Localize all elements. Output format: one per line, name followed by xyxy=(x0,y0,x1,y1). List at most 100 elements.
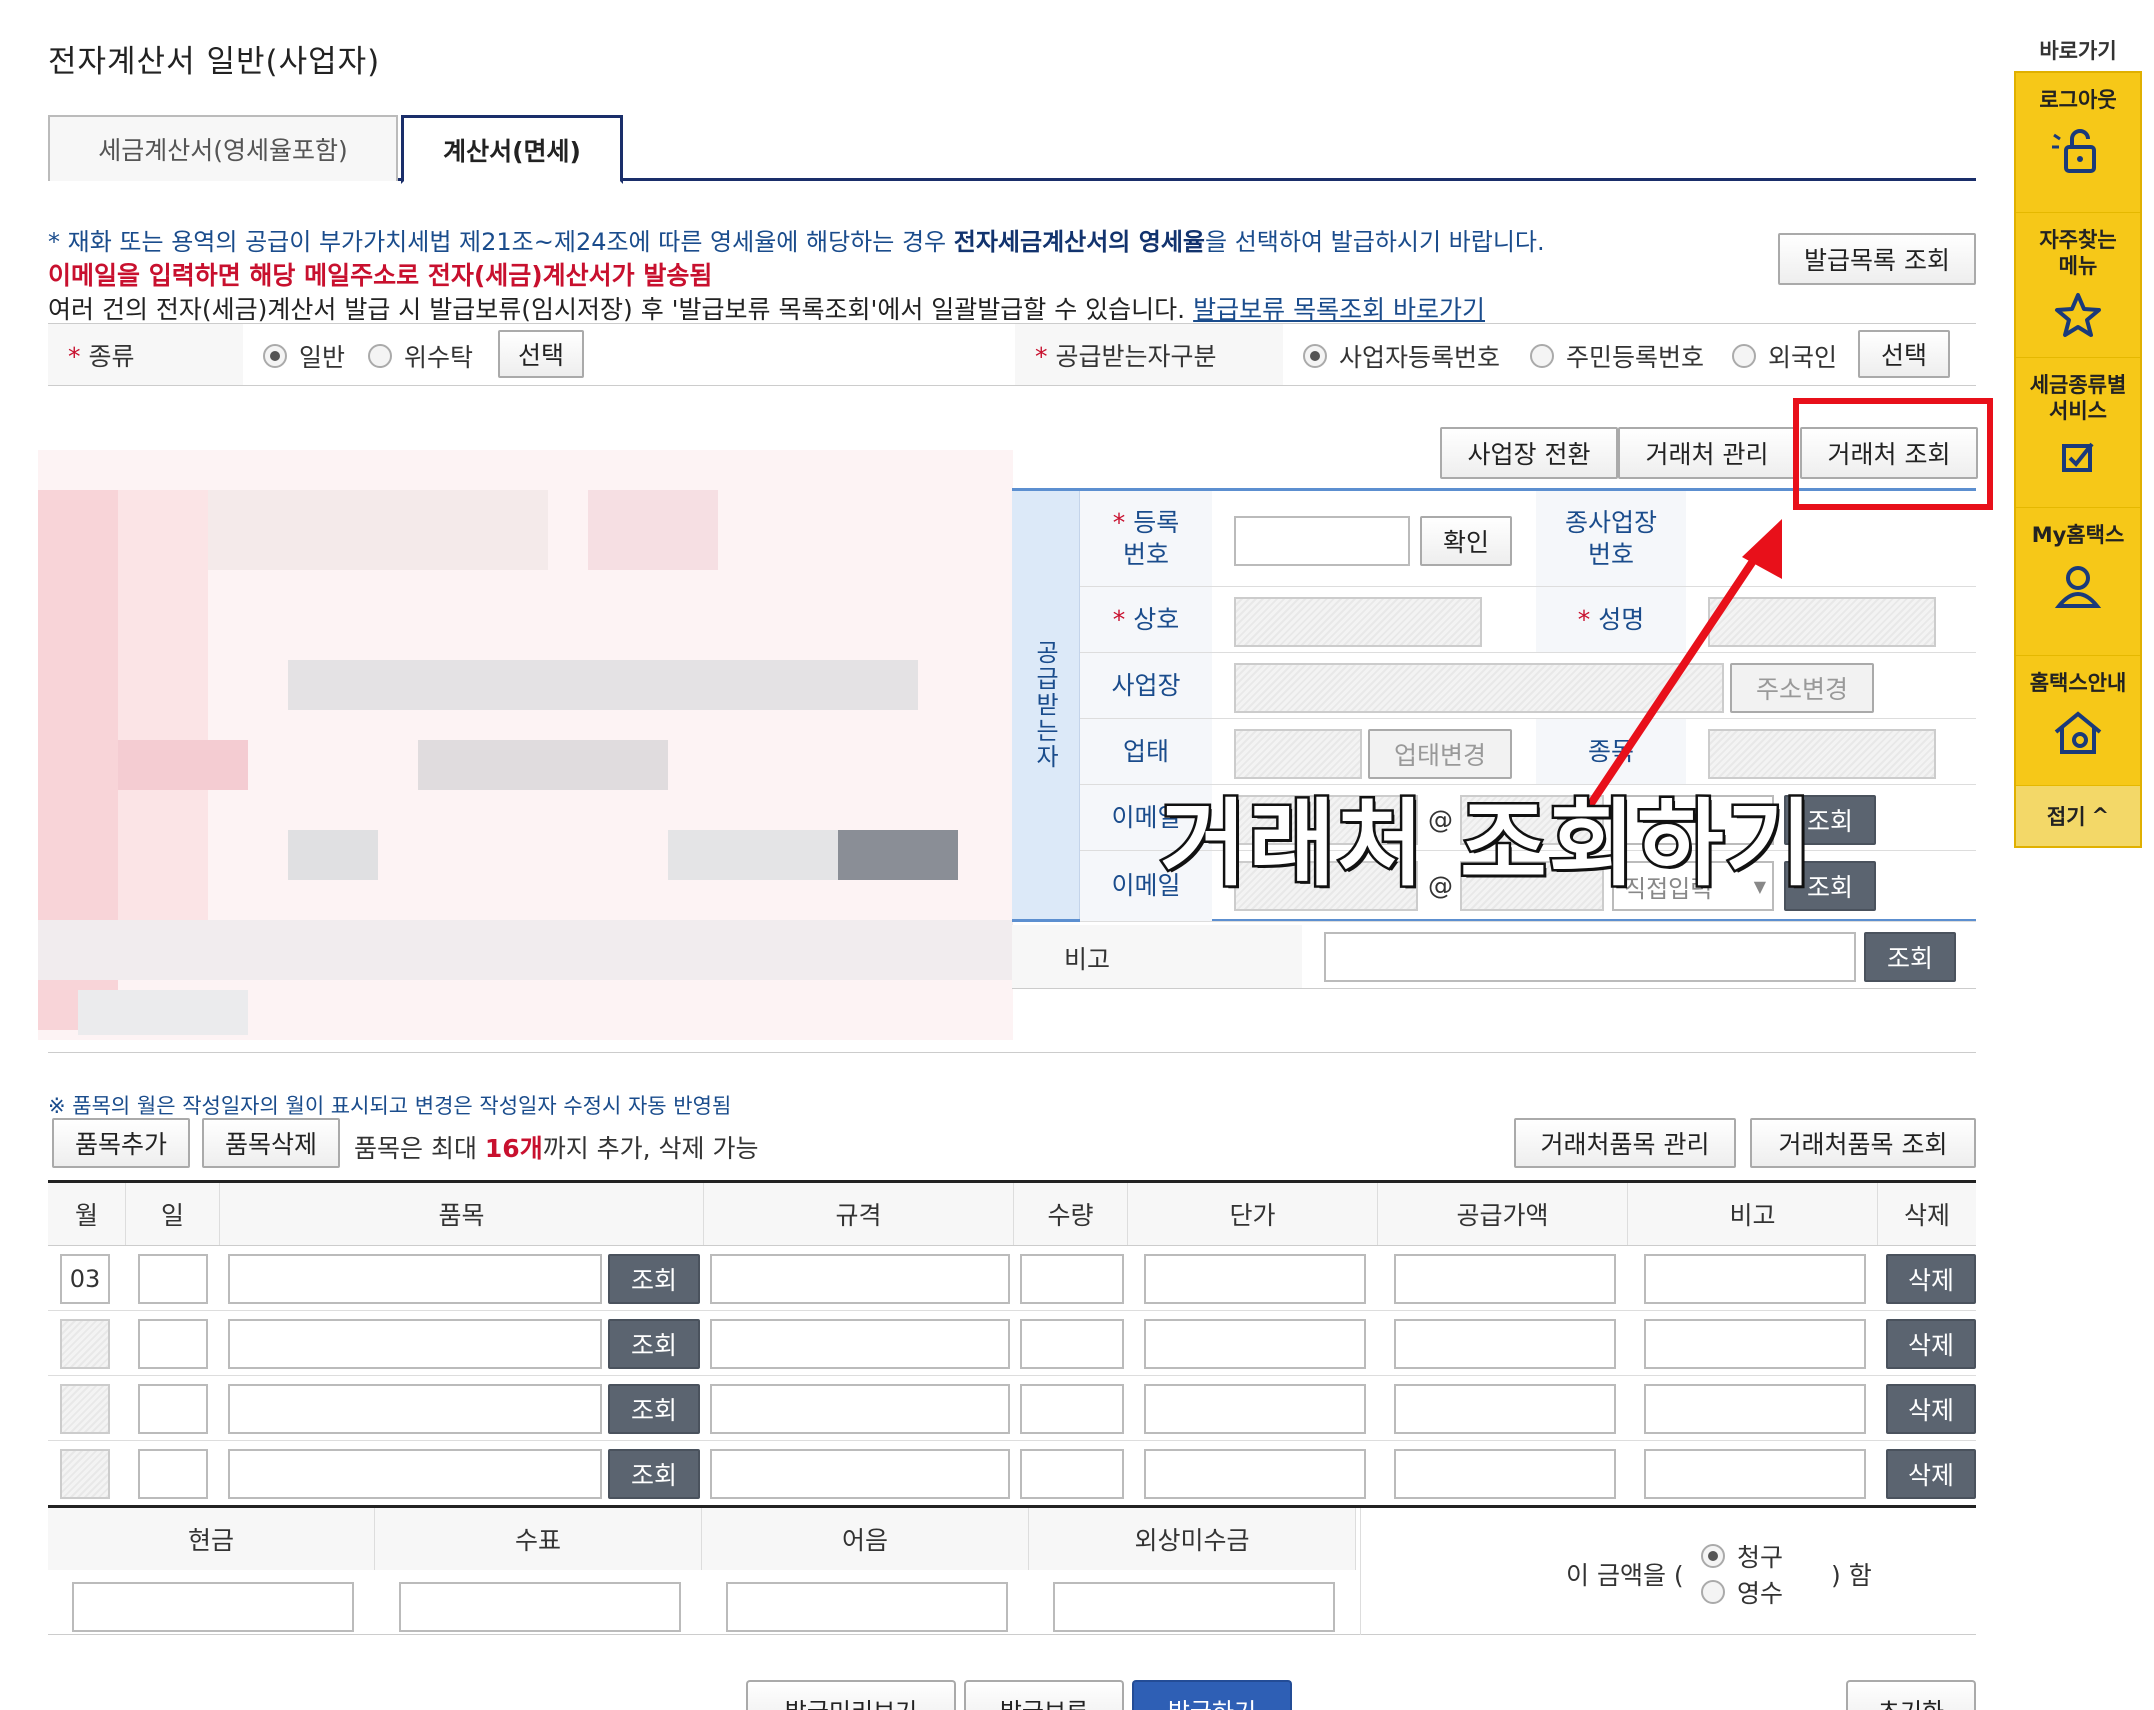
pay-check-input[interactable] xyxy=(399,1582,681,1632)
notice-text-end: 을 선택하여 발급하시기 바랍니다. xyxy=(1205,228,1545,256)
sidebar-item-logout[interactable]: 로그아웃 xyxy=(2016,73,2140,213)
partner-item-search-button[interactable]: 거래처품목 조회 xyxy=(1750,1118,1976,1168)
radio-resident-no[interactable]: 주민등록번호 xyxy=(1530,338,1704,374)
company-label: * 상호 xyxy=(1080,587,1212,652)
item-name-input[interactable] xyxy=(228,1319,602,1369)
supply-amount-input[interactable] xyxy=(1394,1449,1616,1499)
item-row-delete-button[interactable]: 삭제 xyxy=(1886,1319,1976,1369)
sidebar-item-my-hometax[interactable]: My홈택스 xyxy=(2016,508,2140,656)
receiver-select-button[interactable]: 선택 xyxy=(1858,330,1950,378)
item-add-button[interactable]: 품목추가 xyxy=(52,1118,190,1168)
col-memo: 비고 xyxy=(1628,1183,1878,1245)
supply-amount-input[interactable] xyxy=(1394,1254,1616,1304)
hold-button[interactable]: 발급보류 xyxy=(964,1680,1124,1710)
radio-biz-reg-no[interactable]: 사업자등록번호 xyxy=(1303,338,1500,374)
lock-icon xyxy=(2052,129,2096,173)
sidebar-item-label: My홈택스 xyxy=(2031,523,2125,547)
spec-input[interactable] xyxy=(710,1449,1010,1499)
col-unit-price: 단가 xyxy=(1128,1183,1378,1245)
item-lookup-button[interactable]: 조회 xyxy=(608,1449,700,1499)
item-row-delete-button[interactable]: 삭제 xyxy=(1886,1254,1976,1304)
tab-tax-invoice[interactable]: 세금계산서(영세율포함) xyxy=(48,115,398,181)
radio-claim[interactable]: 청구 xyxy=(1701,1538,1783,1574)
partner-item-manage-button[interactable]: 거래처품목 관리 xyxy=(1514,1118,1736,1168)
reset-button[interactable]: 초기화 xyxy=(1846,1680,1976,1710)
item-memo-input[interactable] xyxy=(1644,1319,1866,1369)
sidebar-item-favorites[interactable]: 자주찾는 메뉴 xyxy=(2016,213,2140,358)
quick-menu-title: 바로가기 xyxy=(2039,39,2117,63)
quick-menu-sidebar: 바로가기 로그아웃 자주찾는 메뉴 세금종류별 서비스 My홈택스 홈택스안내 접기… xyxy=(2014,35,2142,848)
reg-no-confirm-button[interactable]: 확인 xyxy=(1420,516,1512,566)
sidebar-fold-button[interactable]: 접기 ^ xyxy=(2016,786,2140,846)
receiver-side-label: 공급받는자 xyxy=(1012,491,1080,919)
reg-no-input[interactable] xyxy=(1234,516,1410,566)
pay-note-input[interactable] xyxy=(726,1582,1008,1632)
spec-input[interactable] xyxy=(710,1384,1010,1434)
item-row-delete-button[interactable]: 삭제 xyxy=(1886,1384,1976,1434)
unit-price-input[interactable] xyxy=(1144,1254,1366,1304)
item-memo-input[interactable] xyxy=(1644,1254,1866,1304)
type-select-button[interactable]: 선택 xyxy=(498,330,584,378)
radio-foreigner[interactable]: 외국인 xyxy=(1732,338,1837,374)
issue-button[interactable]: 발급하기 xyxy=(1132,1680,1292,1710)
qty-input[interactable] xyxy=(1020,1254,1124,1304)
item-lookup-button[interactable]: 조회 xyxy=(608,1254,700,1304)
switch-business-button[interactable]: 사업장 전환 xyxy=(1440,427,1618,479)
company-input xyxy=(1234,597,1482,647)
tab-invoice-exempt[interactable]: 계산서(면세) xyxy=(401,115,623,184)
unit-price-input[interactable] xyxy=(1144,1449,1366,1499)
pay-type-prefix: 이 금액을 ( xyxy=(1566,1561,1684,1590)
sidebar-item-label: 로그아웃 xyxy=(2039,88,2117,112)
item-memo-input[interactable] xyxy=(1644,1449,1866,1499)
radio-general[interactable]: 일반 xyxy=(263,338,345,374)
notice-text: * 재화 또는 용역의 공급이 부가가치세법 제21조~제24조에 따른 영세율… xyxy=(48,228,954,256)
item-delete-button[interactable]: 품목삭제 xyxy=(202,1118,340,1168)
pay-credit-label: 외상미수금 xyxy=(1029,1508,1356,1570)
day-input[interactable] xyxy=(138,1384,208,1434)
tab-bar: 세금계산서(영세율포함) 계산서(면세) xyxy=(48,115,1976,184)
qty-input[interactable] xyxy=(1020,1449,1124,1499)
qty-input[interactable] xyxy=(1020,1319,1124,1369)
item-memo-input[interactable] xyxy=(1644,1384,1866,1434)
item-name-input[interactable] xyxy=(228,1449,602,1499)
unit-price-input[interactable] xyxy=(1144,1319,1366,1369)
hold-list-link[interactable]: 발급보류 목록조회 바로가기 xyxy=(1193,295,1485,324)
table-row: 03 조회 삭제 xyxy=(48,1246,1976,1311)
item-lookup-button[interactable]: 조회 xyxy=(608,1319,700,1369)
day-input[interactable] xyxy=(138,1254,208,1304)
sidebar-item-tax-services[interactable]: 세금종류별 서비스 xyxy=(2016,358,2140,508)
sidebar-item-hometax-guide[interactable]: 홈택스안내 xyxy=(2016,656,2140,786)
day-input[interactable] xyxy=(138,1319,208,1369)
qty-input[interactable] xyxy=(1020,1384,1124,1434)
annotation-text: 거래처 조회하기 xyxy=(1157,788,1815,902)
radio-consign[interactable]: 위수탁 xyxy=(368,338,473,374)
day-input[interactable] xyxy=(138,1449,208,1499)
notice-hold-text: 여러 건의 전자(세금)계산서 발급 시 발급보류(임시저장) 후 '발급보류 … xyxy=(48,295,1186,324)
pay-check-label: 수표 xyxy=(375,1508,702,1570)
pay-credit-input[interactable] xyxy=(1053,1582,1335,1632)
sidebar-item-label: 자주찾는 메뉴 xyxy=(2039,228,2117,278)
sidebar-item-label: 세금종류별 서비스 xyxy=(2029,373,2127,423)
issue-list-button[interactable]: 발급목록 조회 xyxy=(1778,233,1976,285)
unit-price-input[interactable] xyxy=(1144,1384,1366,1434)
memo-input[interactable] xyxy=(1324,932,1856,982)
item-lookup-button[interactable]: 조회 xyxy=(608,1384,700,1434)
spec-input[interactable] xyxy=(710,1254,1010,1304)
item-row-delete-button[interactable]: 삭제 xyxy=(1886,1449,1976,1499)
month-input: 03 xyxy=(60,1254,110,1304)
check-icon xyxy=(2062,442,2094,472)
spec-input[interactable] xyxy=(710,1319,1010,1369)
table-row: 조회 삭제 xyxy=(48,1311,1976,1376)
partner-manage-button[interactable]: 거래처 관리 xyxy=(1618,427,1796,479)
item-name-input[interactable] xyxy=(228,1254,602,1304)
radio-receipt[interactable]: 영수 xyxy=(1701,1574,1783,1610)
preview-button[interactable]: 발급미리보기 xyxy=(746,1680,956,1710)
notice-bold: 전자세금계산서의 영세율 xyxy=(953,228,1205,256)
supply-amount-input[interactable] xyxy=(1394,1319,1616,1369)
pay-cash-input[interactable] xyxy=(72,1582,354,1632)
item-name-input[interactable] xyxy=(228,1384,602,1434)
item-limit-text: 품목은 최대 16개까지 추가, 삭제 가능 xyxy=(354,1134,759,1163)
memo-lookup-button[interactable]: 조회 xyxy=(1864,932,1956,982)
notice-email: 이메일을 입력하면 해당 메일주소로 전자(세금)계산서가 발송됨 xyxy=(48,261,713,290)
supply-amount-input[interactable] xyxy=(1394,1384,1616,1434)
